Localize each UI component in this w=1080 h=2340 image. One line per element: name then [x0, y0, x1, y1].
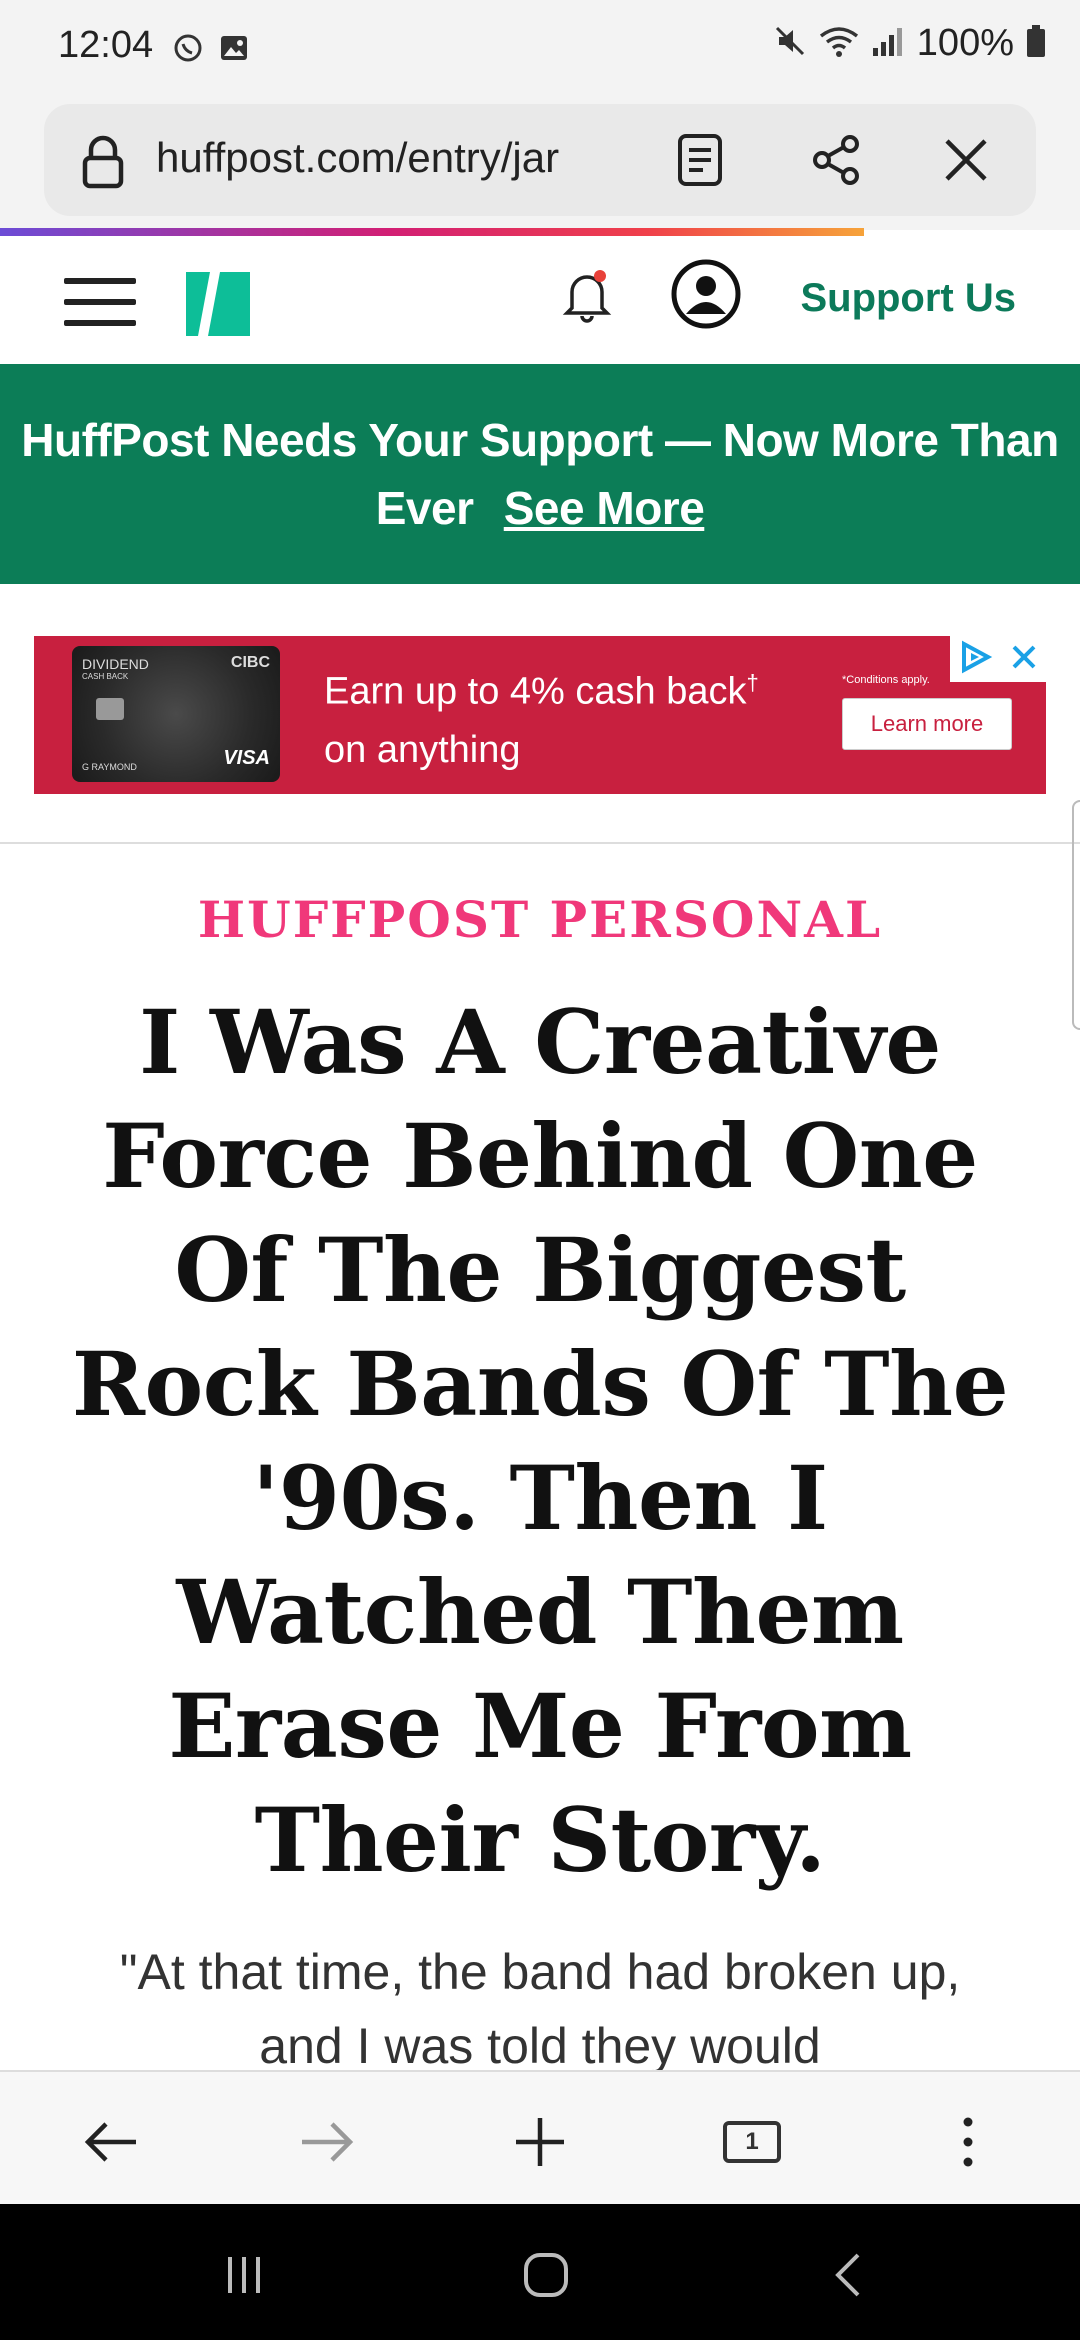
- article-dek: "At that time, the band had broken up, a…: [119, 1944, 961, 2070]
- status-time: 12:04: [58, 24, 154, 66]
- cibc-ad[interactable]: DIVIDEND CASH BACK CIBC G RAYMOND VISA E…: [34, 636, 1046, 794]
- back-icon[interactable]: [72, 2102, 152, 2182]
- support-us-link[interactable]: Support Us: [800, 276, 1016, 321]
- system-back-icon[interactable]: [808, 2240, 888, 2310]
- forward-icon[interactable]: [286, 2102, 366, 2182]
- recent-apps-icon[interactable]: [204, 2240, 284, 2310]
- adchoices-icon[interactable]: [958, 640, 994, 679]
- browser-bottom-bar: 1: [0, 2070, 1080, 2204]
- ad-container: DIVIDEND CASH BACK CIBC G RAYMOND VISA E…: [0, 584, 1080, 844]
- card-brand: CIBC: [230, 654, 270, 671]
- reader-mode-icon[interactable]: [670, 130, 730, 190]
- status-bar: 12:04 100%: [0, 0, 1080, 100]
- ad-headline: Earn up to 4% cash back† on anything: [324, 670, 759, 771]
- share-icon[interactable]: [806, 130, 866, 190]
- home-icon[interactable]: [506, 2240, 586, 2310]
- new-tab-icon[interactable]: [500, 2102, 580, 2182]
- card-chip-icon: [96, 698, 124, 720]
- learn-more-button[interactable]: Learn more: [842, 698, 1012, 750]
- support-banner: HuffPost Needs Your Support — Now More T…: [0, 364, 1080, 584]
- tab-count: 1: [723, 2121, 781, 2163]
- lock-icon: [80, 134, 126, 195]
- more-icon[interactable]: [928, 2102, 1008, 2182]
- article-kicker[interactable]: HUFFPOST PERSONAL: [0, 890, 1080, 949]
- page-load-progress: [0, 228, 864, 236]
- menu-icon[interactable]: [64, 278, 136, 326]
- battery-icon: [1026, 24, 1046, 63]
- ad-conditions: *Conditions apply.: [842, 674, 930, 686]
- see-more-link[interactable]: See More: [504, 482, 705, 534]
- address-bar[interactable]: huffpost.com/entry/jar: [44, 104, 1036, 216]
- notification-bell-icon[interactable]: [560, 266, 614, 331]
- ad-choices[interactable]: [950, 636, 1046, 682]
- system-navigation-bar: [0, 2204, 1080, 2340]
- battery-percent: 100%: [916, 22, 1014, 64]
- credit-card-image: DIVIDEND CASH BACK CIBC G RAYMOND VISA: [72, 646, 280, 782]
- account-icon[interactable]: [670, 258, 742, 335]
- close-icon[interactable]: [936, 130, 996, 190]
- whatsapp-icon: [172, 32, 204, 69]
- card-holder: G RAYMOND: [82, 762, 137, 772]
- site-header: Support Us: [0, 236, 1080, 364]
- wifi-icon: [819, 24, 859, 63]
- card-sub: CASH BACK: [82, 672, 129, 681]
- gallery-icon: [218, 32, 250, 69]
- card-name: DIVIDEND: [82, 656, 149, 672]
- ad-close-icon[interactable]: [1010, 643, 1038, 676]
- browser-toolbar: huffpost.com/entry/jar: [0, 100, 1080, 230]
- url-text[interactable]: huffpost.com/entry/jar: [156, 134, 676, 182]
- signal-icon: [871, 24, 905, 63]
- mute-icon: [773, 24, 807, 63]
- tabs-icon[interactable]: 1: [712, 2102, 792, 2182]
- visa-logo: VISA: [223, 747, 270, 769]
- article-headline: I Was A Creative Force Behind One Of The…: [71, 990, 1009, 1892]
- huffpost-logo[interactable]: [186, 272, 250, 336]
